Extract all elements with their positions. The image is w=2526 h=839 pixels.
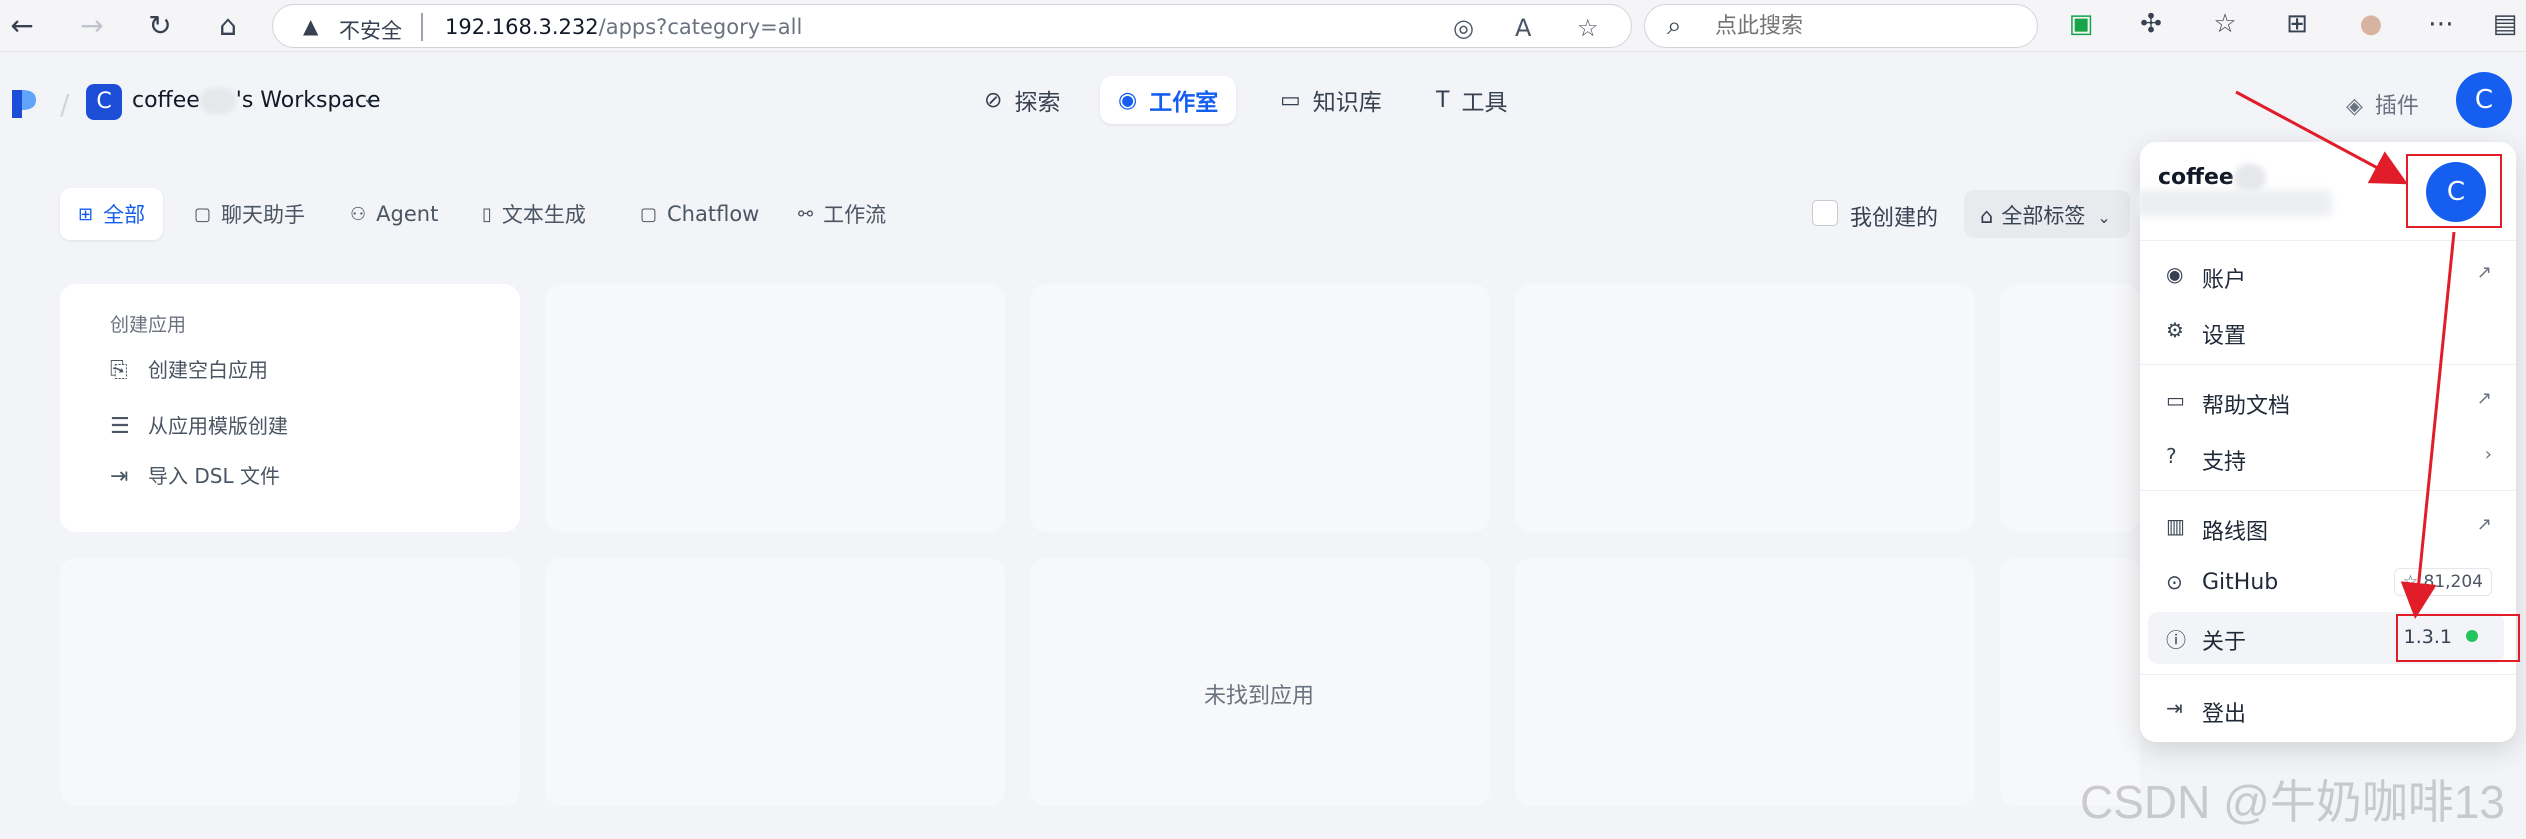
watermark: CSDN @牛奶咖啡13 <box>2080 776 2505 828</box>
annotation-arrows <box>2235 90 2456 619</box>
annotation-arrow-1 <box>2235 90 2408 185</box>
annotation-arrow-2 <box>2400 231 2456 619</box>
